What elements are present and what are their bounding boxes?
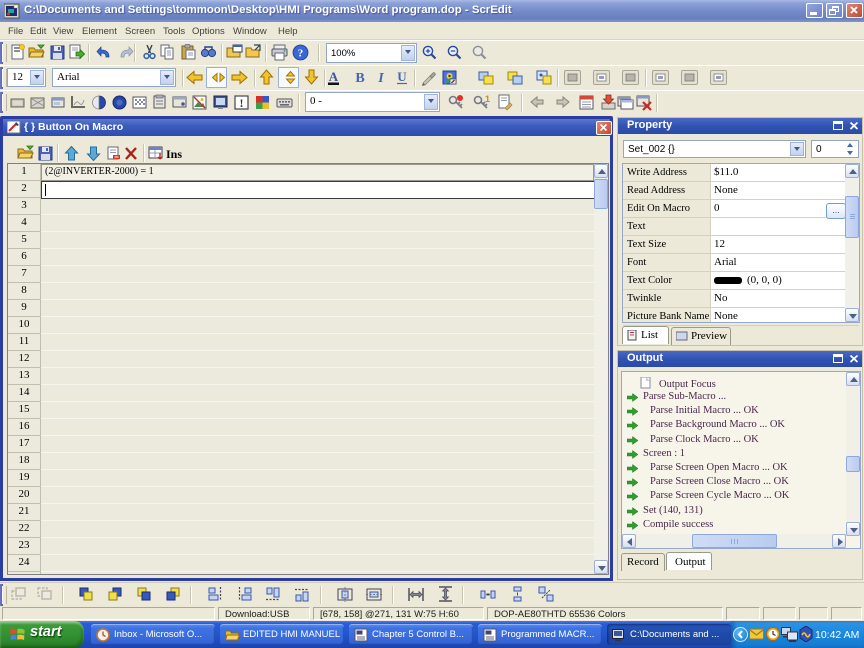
svg-text:B: B xyxy=(355,71,364,86)
svg-text:1: 1 xyxy=(485,94,490,104)
svg-text:U: U xyxy=(397,69,407,84)
svg-text:A: A xyxy=(329,69,339,84)
svg-text:?: ? xyxy=(298,48,304,60)
svg-text:!: ! xyxy=(240,96,244,110)
svg-text:I: I xyxy=(377,71,384,86)
